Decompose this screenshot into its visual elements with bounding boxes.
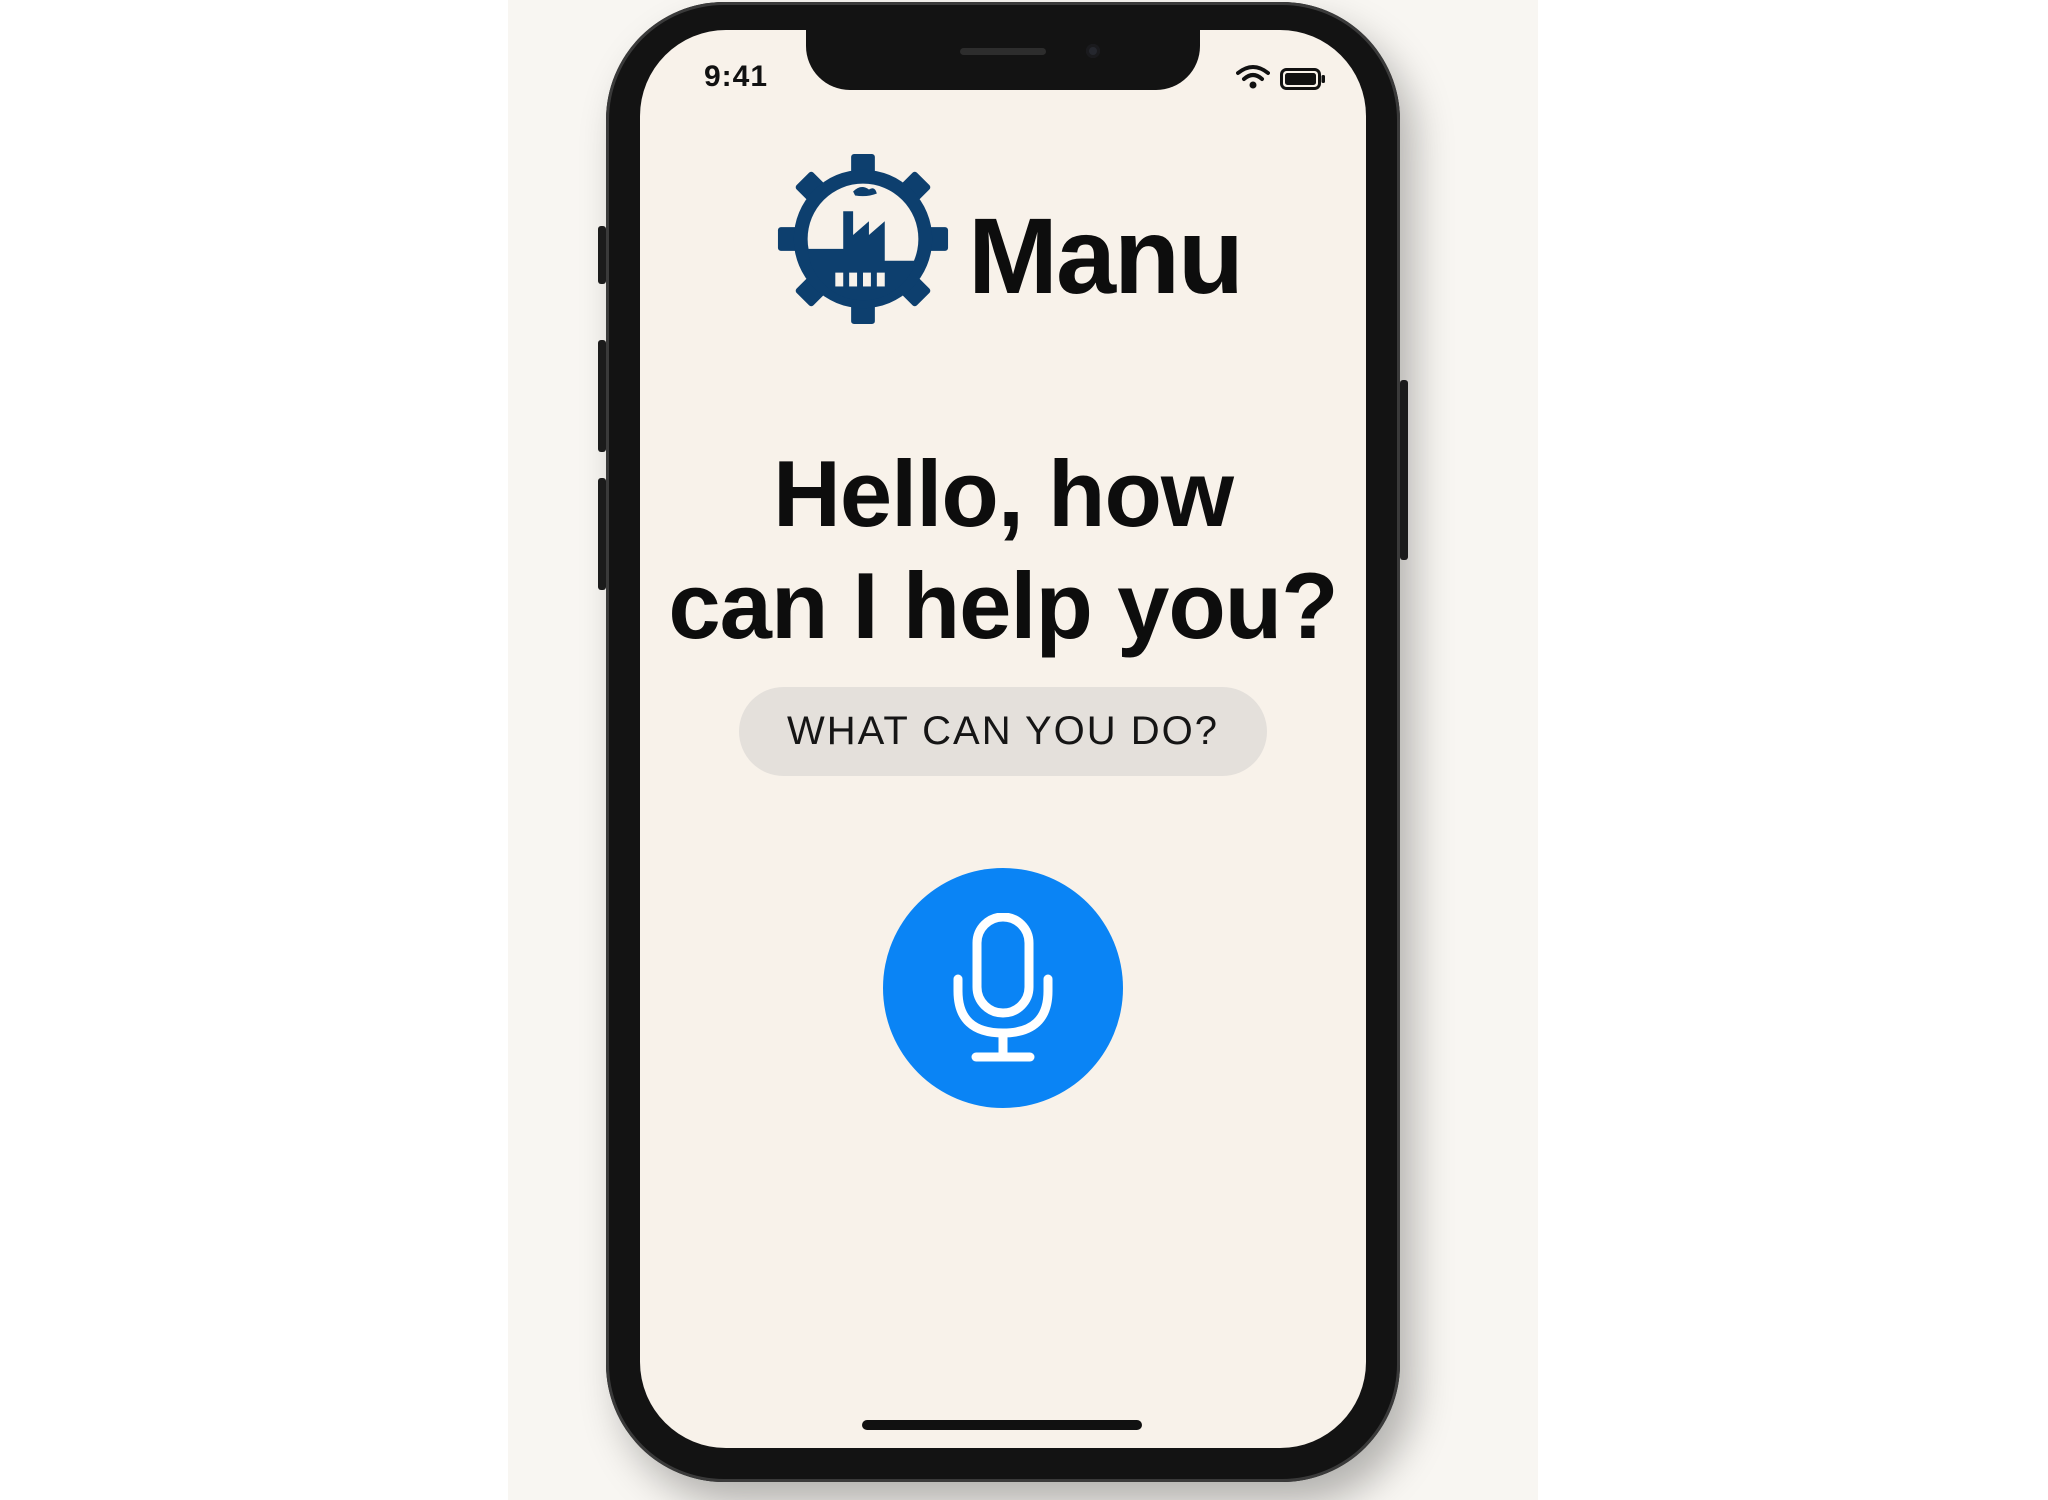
phone-volume-up-button: [598, 340, 606, 452]
app-name: Manu: [968, 195, 1244, 316]
notch: [806, 30, 1200, 90]
microphone-button[interactable]: [883, 868, 1123, 1108]
greeting-line-1: Hello, how: [773, 441, 1234, 546]
front-camera: [1086, 44, 1100, 58]
wifi-icon: [1236, 65, 1270, 89]
phone-screen: 9:41 Manu Hello, how can I help you? WHA…: [640, 30, 1366, 1448]
suggestion-label: WHAT CAN YOU DO?: [786, 709, 1220, 753]
phone-volume-down-button: [598, 478, 606, 590]
microphone-icon: [953, 913, 1053, 1062]
greeting-heading: Hello, how can I help you?: [640, 438, 1366, 662]
status-time: 9:41: [704, 60, 769, 93]
gear-factory-logo-icon: [777, 153, 949, 325]
earpiece-speaker: [960, 48, 1046, 55]
phone-silent-switch: [598, 226, 606, 284]
what-can-you-do-button[interactable]: WHAT CAN YOU DO?: [739, 687, 1267, 776]
greeting-line-2: can I help you?: [668, 553, 1338, 658]
battery-icon: [1280, 68, 1325, 90]
phone-power-button: [1400, 380, 1408, 560]
home-indicator[interactable]: [862, 1420, 1142, 1430]
